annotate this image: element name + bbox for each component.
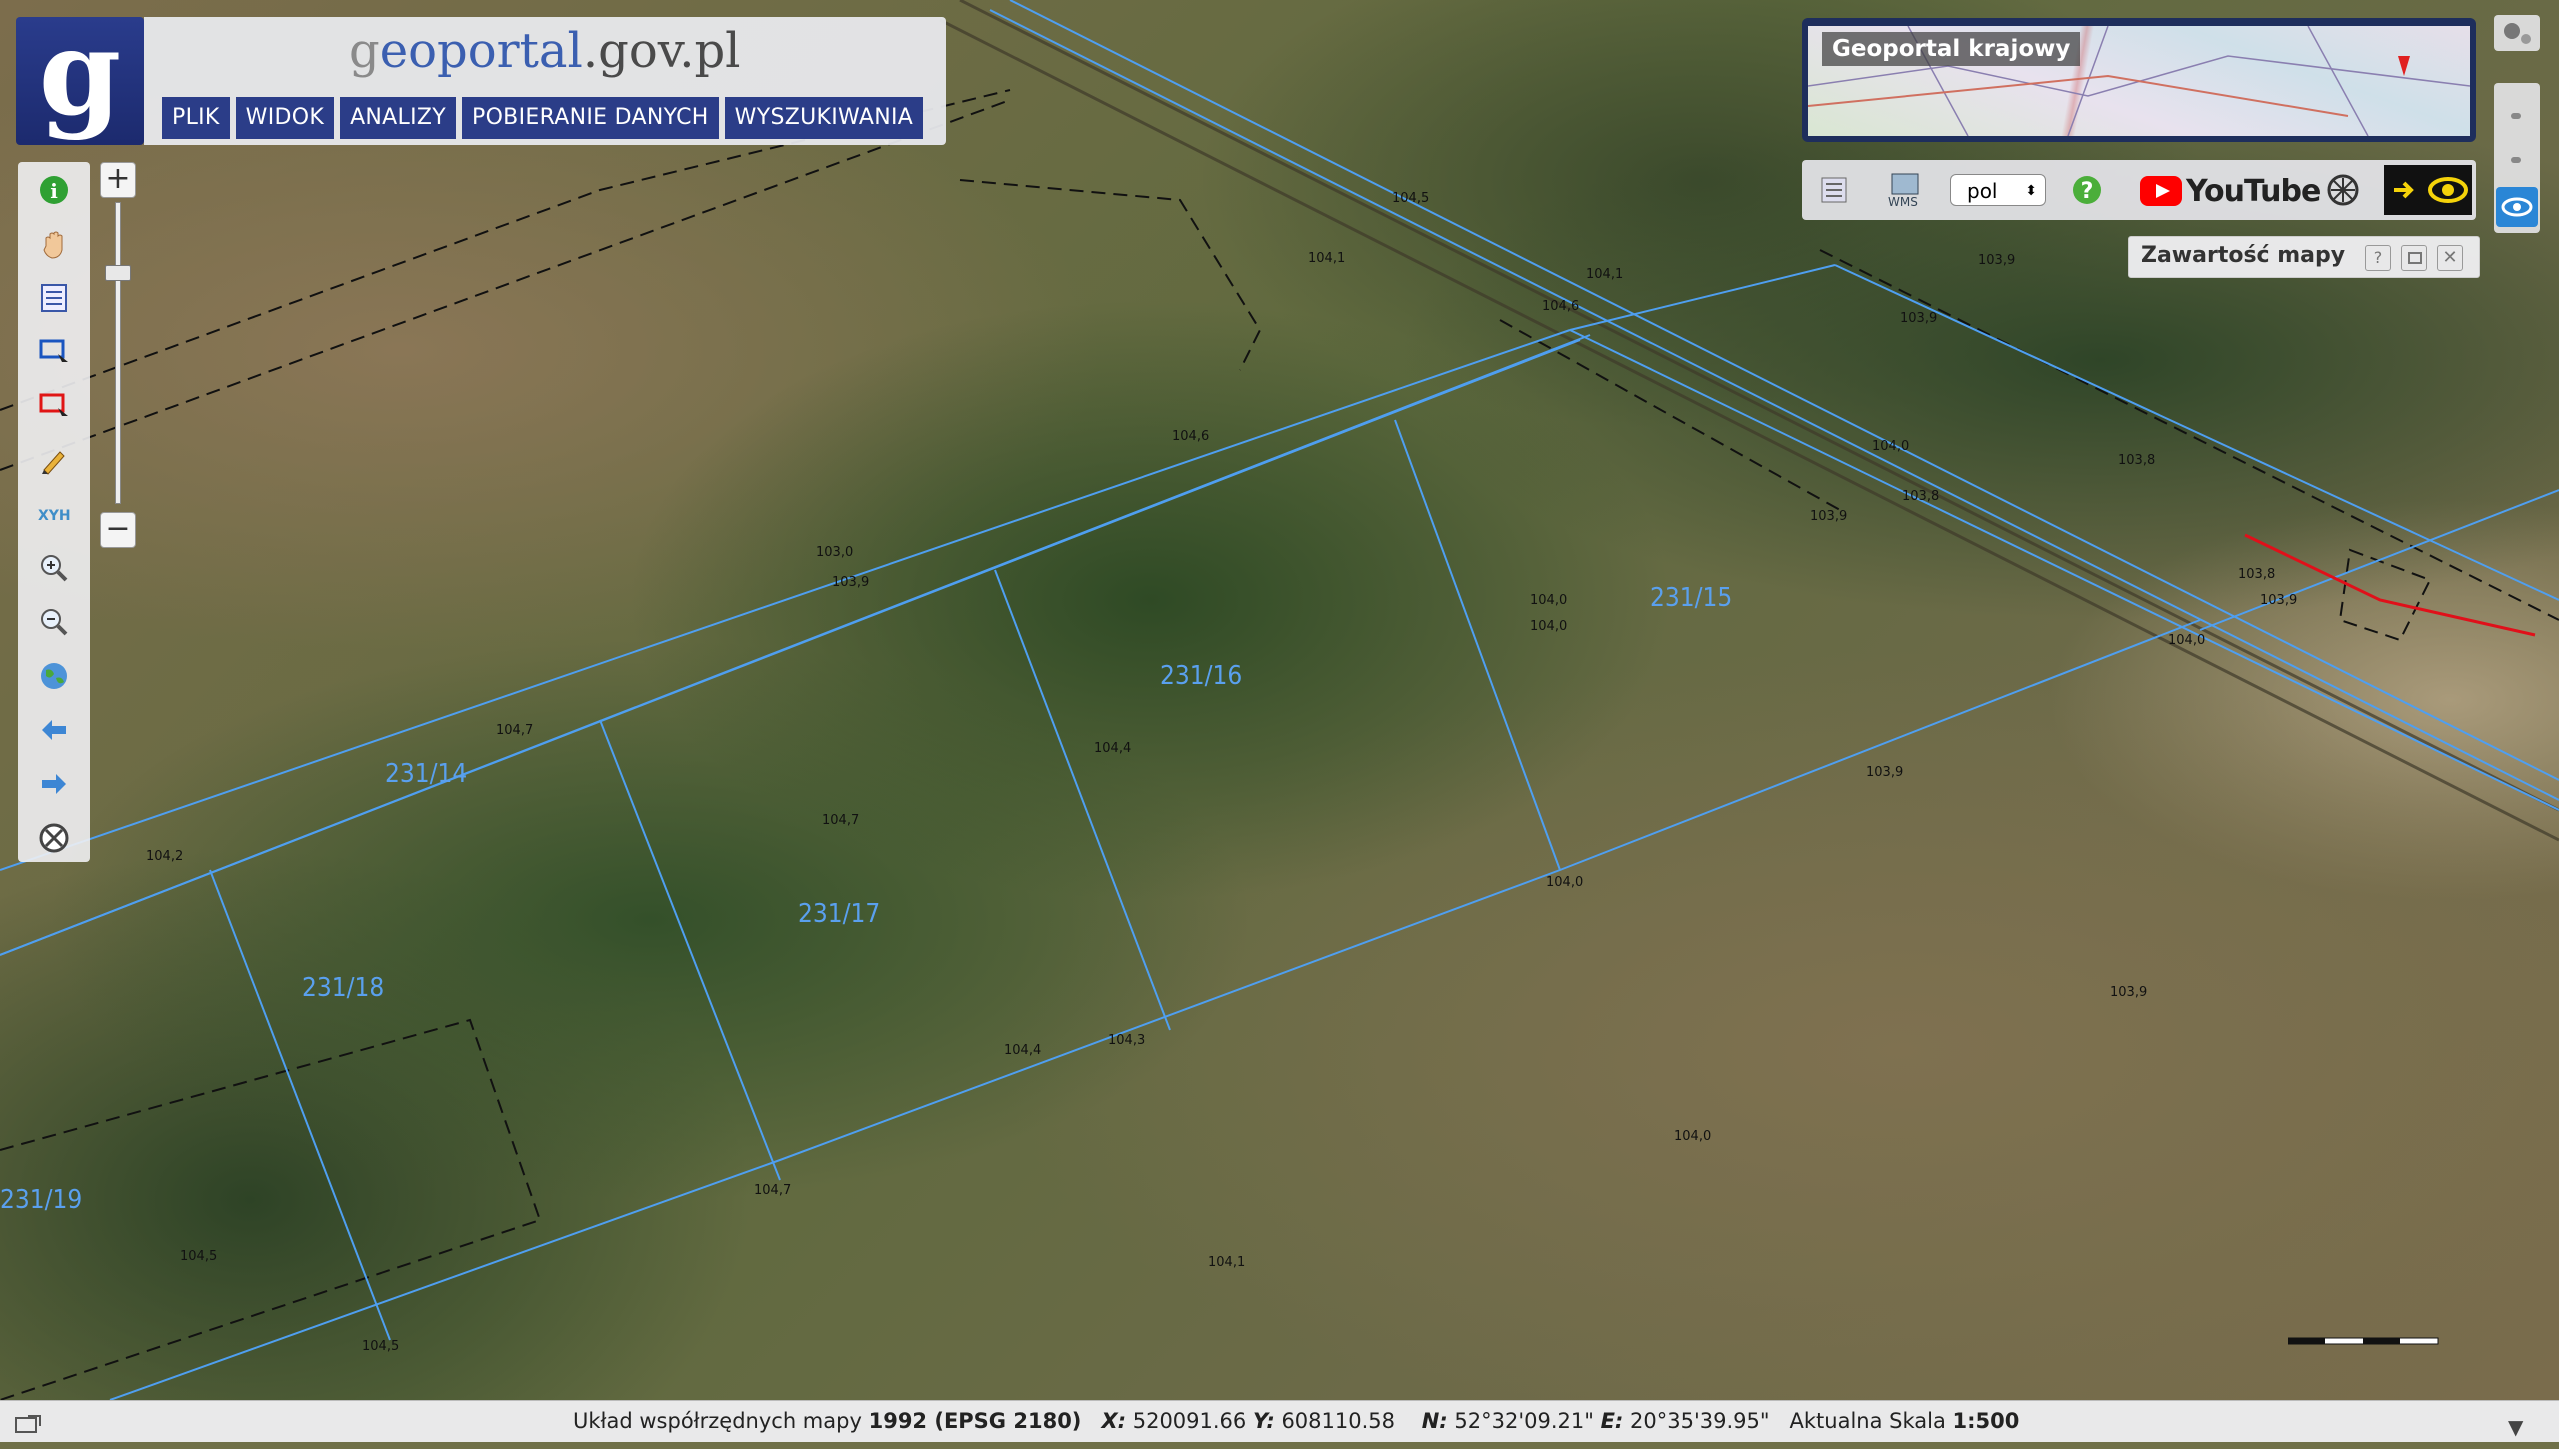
svg-text:?: ?	[2081, 179, 2094, 204]
elevation-point: 104,7	[754, 1183, 791, 1198]
status-bar: Układ współrzędnych mapy 1992 (EPSG 2180…	[0, 1400, 2559, 1442]
info-icon[interactable]: i	[34, 170, 74, 210]
contrast-toggle[interactable]	[2384, 165, 2472, 215]
parcel-label: 231/15	[1650, 583, 1732, 613]
zoom-handle[interactable]	[105, 265, 131, 281]
top-tools-bar: WMS pol ⬍ ? YouTube	[1802, 160, 2476, 220]
elevation-point: 104,7	[496, 723, 533, 738]
elevation-point: 103,8	[2118, 453, 2155, 468]
svg-text:i: i	[50, 179, 58, 203]
menu-widok[interactable]: WIDOK	[235, 97, 335, 139]
parcel-label: 231/18	[302, 973, 384, 1003]
geoportal-logo[interactable]: g	[16, 9, 144, 145]
elevation-point: 104,1	[1308, 251, 1345, 266]
header-panel: geoportal.gov.pl PLIK WIDOK ANALIZY POBI…	[144, 17, 946, 145]
vegetation-boundary	[959, 179, 1262, 371]
elevation-point: 104,6	[1542, 299, 1579, 314]
help-icon[interactable]: ?	[2070, 173, 2104, 211]
status-window-icon[interactable]	[14, 1409, 44, 1449]
elevation-point: 104,4	[1004, 1043, 1041, 1058]
elevation-point: 104,1	[1208, 1255, 1245, 1270]
map-content-panel: Zawartość mapy ? ✕	[2128, 236, 2480, 278]
select-rectangle-red-icon[interactable]	[34, 386, 74, 426]
panel-maximize-icon[interactable]	[2401, 245, 2427, 271]
elevation-point: 104,2	[146, 849, 183, 864]
elevation-point: 103,9	[2260, 593, 2297, 608]
layer-dot-icon[interactable]	[2511, 113, 2521, 119]
select-rectangle-icon[interactable]	[34, 332, 74, 372]
panel-close-icon[interactable]: ✕	[2437, 245, 2463, 271]
zoom-out-icon[interactable]	[34, 602, 74, 642]
elevation-point: 104,0	[2168, 633, 2205, 648]
left-toolbar: i XYH	[18, 162, 90, 862]
elevation-point: 103,9	[1978, 253, 2015, 268]
settings-icon[interactable]	[2494, 15, 2540, 51]
scale-bar	[2287, 1333, 2448, 1345]
youtube-play-icon	[2140, 176, 2182, 206]
elevation-point: 104,5	[1392, 191, 1429, 206]
map-content-title: Zawartość mapy	[2141, 243, 2346, 268]
language-select[interactable]: pol ⬍	[1950, 174, 2046, 206]
elevation-point: 103,9	[1810, 509, 1847, 524]
elevation-point: 104,7	[822, 813, 859, 828]
menu-wyszukiwania[interactable]: WYSZUKIWANIA	[724, 97, 924, 139]
visibility-eye-icon[interactable]	[2496, 187, 2538, 227]
elevation-point: 104,0	[1872, 439, 1909, 454]
parcel-label: 231/19	[0, 1185, 82, 1215]
elevation-point: 104,0	[1530, 593, 1567, 608]
elevation-point: 104,1	[1586, 267, 1623, 282]
elevation-point: 103,8	[2238, 567, 2275, 582]
elevation-point: 103,0	[816, 545, 853, 560]
parcel-boundary-line	[0, 329, 1571, 871]
elevation-point: 104,4	[1094, 741, 1131, 756]
status-collapse-icon[interactable]: ▼	[2508, 1407, 2523, 1447]
menu-pobieranie-danych[interactable]: POBIERANIE DANYCH	[462, 97, 719, 139]
xyh-icon[interactable]: XYH	[34, 494, 74, 534]
elevation-point: 103,9	[1866, 765, 1903, 780]
parcel-label: 231/14	[385, 759, 467, 789]
zoom-slider[interactable]: + −	[100, 162, 136, 552]
menu-analizy[interactable]: ANALIZY	[340, 97, 456, 139]
svg-text:WMS: WMS	[1888, 195, 1918, 208]
coordinates-readout: Układ współrzędnych mapy 1992 (EPSG 2180…	[573, 1409, 2020, 1433]
elevation-point: 104,3	[1108, 1033, 1145, 1048]
elevation-point: 103,9	[832, 575, 869, 590]
elevation-point: 103,9	[1900, 311, 1937, 326]
pencil-icon[interactable]	[34, 440, 74, 480]
wms-icon[interactable]: WMS	[1886, 172, 1926, 212]
main-menu: PLIK WIDOK ANALIZY POBIERANIE DANYCH WYS…	[162, 97, 924, 139]
zoom-minus-button[interactable]: −	[100, 512, 136, 548]
globe-icon[interactable]	[34, 656, 74, 696]
elevation-point: 104,0	[1530, 619, 1567, 634]
svg-text:XYH: XYH	[38, 508, 71, 524]
legend-icon[interactable]	[34, 278, 74, 318]
site-name: geoportal.gov.pl	[349, 23, 741, 79]
elevation-point: 104,0	[1546, 875, 1583, 890]
elevation-point: 103,9	[2110, 985, 2147, 1000]
elevation-point: 103,8	[1902, 489, 1939, 504]
back-arrow-icon[interactable]	[34, 710, 74, 750]
list-icon[interactable]	[1818, 174, 1850, 210]
overview-title: Geoportal krajowy	[1822, 32, 2081, 66]
accessibility-icon[interactable]	[2326, 173, 2360, 211]
close-circle-icon[interactable]	[34, 818, 74, 858]
elevation-point: 104,5	[180, 1249, 217, 1264]
menu-plik[interactable]: PLIK	[162, 97, 230, 139]
elevation-point: 104,6	[1172, 429, 1209, 444]
pan-hand-icon[interactable]	[34, 224, 74, 264]
panel-help-icon[interactable]: ?	[2365, 245, 2391, 271]
right-side-controls	[2494, 15, 2544, 233]
zoom-plus-button[interactable]: +	[100, 162, 136, 198]
youtube-link[interactable]: YouTube	[2140, 173, 2321, 209]
vegetation-boundary	[0, 99, 1011, 471]
overview-map[interactable]: Geoportal krajowy	[1802, 18, 2476, 142]
parcel-label: 231/16	[1160, 661, 1242, 691]
parcel-label: 231/17	[798, 899, 880, 929]
zoom-track[interactable]	[105, 202, 131, 504]
elevation-point: 104,5	[362, 1339, 399, 1354]
zoom-in-icon[interactable]	[34, 548, 74, 588]
forward-arrow-icon[interactable]	[34, 764, 74, 804]
layer-dot-icon[interactable]	[2511, 157, 2521, 163]
elevation-point: 104,0	[1674, 1129, 1711, 1144]
